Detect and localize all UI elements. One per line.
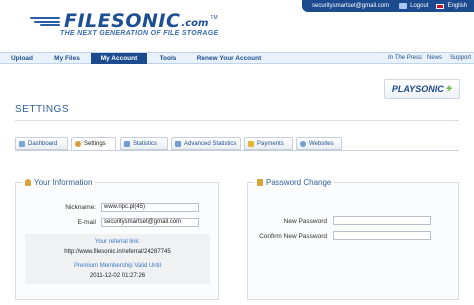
nav-upload[interactable]: Upload <box>0 53 44 64</box>
statistics-icon <box>124 140 130 147</box>
password-change-panel: Password Change <box>247 178 459 300</box>
page-title: SETTINGS <box>15 104 70 115</box>
referral-box: Your referral link: http://www.filesonic… <box>25 234 210 284</box>
tab-label: Advanced Statistics <box>184 140 237 147</box>
playsonic-sonic: SONIC <box>415 84 444 94</box>
tab-label: Dashboard <box>28 140 58 147</box>
settings-icon <box>75 141 81 147</box>
user-email[interactable]: securitysmartset@gmail.com <box>312 3 389 9</box>
user-bar: securitysmartset@gmail.com Logout Englis… <box>302 0 474 12</box>
new-password-label: New Password <box>283 218 327 225</box>
plus-icon: + <box>445 83 453 95</box>
referral-label: Your referral link: <box>94 239 141 245</box>
tab-dashboard[interactable]: Dashboard <box>15 137 68 150</box>
premium-label: Premium Membership Valid Until <box>74 263 161 269</box>
nav-in-the-press[interactable]: In The Press <box>388 53 422 64</box>
logo-swoosh-icon <box>30 16 62 26</box>
email-field[interactable]: securitysmartset@gmail.com <box>101 218 199 227</box>
logo-text: FILESONIC <box>64 10 181 32</box>
panel-title-text: Password Change <box>266 178 332 187</box>
nickname-label: Nickname: <box>65 204 96 211</box>
nav-my-account[interactable]: My Account <box>91 53 147 64</box>
logo-suffix: .com <box>181 17 209 29</box>
confirm-password-field[interactable] <box>333 231 431 240</box>
playsonic-banner[interactable]: PLAY SONIC + <box>384 79 460 99</box>
new-password-field[interactable] <box>333 216 431 225</box>
tab-label: Settings <box>84 141 106 147</box>
language-selector[interactable]: English <box>447 3 467 9</box>
playsonic-play: PLAY <box>391 84 416 94</box>
user-icon <box>25 179 31 186</box>
premium-date: 2011-12-02 01:27:26 <box>89 273 146 279</box>
tab-payments[interactable]: Payments <box>244 137 293 150</box>
lock-icon <box>257 179 263 186</box>
nav-my-files[interactable]: My Files <box>44 53 90 64</box>
tab-statistics[interactable]: Statistics <box>120 137 168 150</box>
nav-support[interactable]: Support <box>450 53 471 64</box>
logo-tm: TM <box>210 15 218 21</box>
panel-title-text: Your Information <box>34 178 93 187</box>
filesonic-logo[interactable]: FILESONIC .com TM <box>30 10 218 32</box>
tab-underline <box>15 150 459 151</box>
nav-tools[interactable]: Tools <box>147 53 189 64</box>
tab-label: Payments <box>257 140 284 147</box>
tab-websites[interactable]: Websites <box>296 137 342 150</box>
tagline: THE NEXT GENERATION OF FILE STORAGE <box>60 30 219 37</box>
logout-icon[interactable] <box>399 3 408 9</box>
nav-renew-account[interactable]: Renew Your Account <box>190 53 268 64</box>
tab-advanced-statistics[interactable]: Advanced Statistics <box>171 137 241 150</box>
title-divider <box>15 120 459 121</box>
websites-icon <box>300 140 306 147</box>
header: FILESONIC .com TM THE NEXT GENERATION OF… <box>0 0 474 52</box>
nav-news[interactable]: News <box>427 53 442 64</box>
advanced-statistics-icon <box>175 140 181 147</box>
dashboard-icon <box>19 140 25 147</box>
tab-label: Websites <box>309 140 334 147</box>
logout-link[interactable]: Logout <box>410 3 428 9</box>
nickname-field[interactable]: www.ripc.pl(45) <box>101 203 199 212</box>
confirm-password-label: Confirm New Password <box>259 233 327 240</box>
panel-title: Password Change <box>254 178 335 187</box>
page: FILESONIC .com TM THE NEXT GENERATION OF… <box>0 0 474 305</box>
main-nav: Upload My Files My Account Tools Renew Y… <box>0 52 474 64</box>
email-label: E-mail <box>77 219 96 226</box>
tab-label: Statistics <box>133 140 158 147</box>
referral-link[interactable]: http://www.filesonic.in/referral/2428774… <box>25 249 210 255</box>
tab-settings[interactable]: Settings <box>71 137 116 151</box>
uk-flag-icon[interactable] <box>436 3 445 9</box>
panel-title: Your Information <box>22 178 96 187</box>
payments-icon <box>248 140 254 147</box>
